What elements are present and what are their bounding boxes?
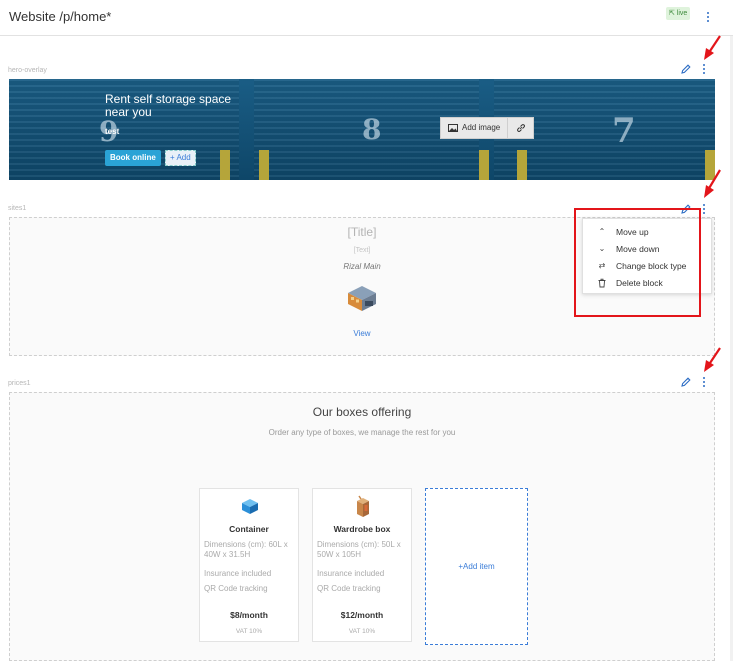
- item-tracking: QR Code tracking: [204, 584, 268, 593]
- top-bar: Website /p/home* ⇱ live: [0, 0, 733, 36]
- block-menu-kebab-icon[interactable]: [700, 202, 708, 216]
- prices-subtitle[interactable]: Order any type of boxes, we manage the r…: [10, 428, 714, 437]
- building-icon: [348, 286, 376, 311]
- bollard: [220, 150, 230, 180]
- item-dimensions: Dimensions (cm): 60L x 40W x 31.5H: [204, 540, 288, 559]
- block-label-hero: hero-overlay: [8, 67, 47, 74]
- item-price: $12/month: [340, 610, 384, 620]
- live-badge[interactable]: ⇱ live: [666, 7, 691, 20]
- block-label-prices: prices1: [8, 380, 31, 387]
- item-vat: VAT 10%: [348, 628, 376, 635]
- item-price: $8/month: [230, 610, 268, 620]
- bollard: [517, 150, 527, 180]
- image-icon: [448, 124, 458, 132]
- add-item-button[interactable]: +Add item: [425, 488, 528, 645]
- view-link[interactable]: View: [10, 329, 714, 338]
- link-button[interactable]: [508, 117, 535, 139]
- door-number: 8: [362, 113, 382, 146]
- hero-subtitle[interactable]: test: [105, 127, 119, 136]
- annotation-highlight-box: [574, 208, 701, 317]
- page-editor: Website /p/home* ⇱ live hero-overlay 9 8…: [0, 0, 733, 661]
- price-card-container[interactable]: Container Dimensions (cm): 60L x 40W x 3…: [199, 488, 299, 642]
- block-label-sites: sites1: [8, 205, 27, 212]
- external-link-icon: ⇱: [669, 10, 677, 17]
- live-badge-label: live: [676, 10, 688, 17]
- book-online-button[interactable]: Book online: [105, 150, 161, 166]
- annotation-arrow-icon: [704, 169, 721, 198]
- price-card-wardrobe[interactable]: Wardrobe box Dimensions (cm): 50L x 50W …: [312, 488, 412, 642]
- add-image-label: Add image: [462, 123, 501, 132]
- prices-block[interactable]: Our boxes offering Order any type of box…: [9, 392, 715, 661]
- add-image-button[interactable]: Add image: [440, 117, 509, 139]
- block-menu-kebab-icon[interactable]: [700, 62, 708, 76]
- block-menu-kebab-icon[interactable]: [700, 375, 708, 389]
- hero-image[interactable]: 9 8 7 Rent self storage space near you t…: [9, 79, 715, 180]
- item-tracking: QR Code tracking: [317, 584, 381, 593]
- page-title: Website /p/home*: [9, 9, 112, 24]
- item-dimensions: Dimensions (cm): 50L x 50W x 105H: [317, 540, 401, 559]
- image-toolbar: Add image: [440, 117, 535, 139]
- door-number: 7: [612, 111, 636, 151]
- edit-pencil-icon[interactable]: [680, 63, 692, 75]
- add-button[interactable]: + Add: [165, 150, 196, 166]
- hero-title[interactable]: Rent self storage space near you: [105, 93, 255, 119]
- bollard: [479, 150, 489, 180]
- item-insurance: Insurance included: [317, 569, 385, 578]
- item-vat: VAT 10%: [235, 628, 263, 635]
- bollard: [259, 150, 269, 180]
- prices-title[interactable]: Our boxes offering: [10, 405, 714, 419]
- wardrobe-box-icon: [357, 495, 369, 517]
- annotation-arrow-icon: [704, 347, 721, 372]
- item-name: Container: [229, 524, 269, 534]
- item-name: Wardrobe box: [333, 524, 391, 534]
- add-item-label: +Add item: [458, 562, 495, 571]
- container-box-icon: [242, 499, 258, 514]
- page-menu-kebab-icon[interactable]: [704, 10, 712, 24]
- annotation-arrow-icon: [704, 35, 721, 60]
- edit-pencil-icon[interactable]: [680, 376, 692, 388]
- item-insurance: Insurance included: [204, 569, 272, 578]
- link-icon: [516, 124, 525, 132]
